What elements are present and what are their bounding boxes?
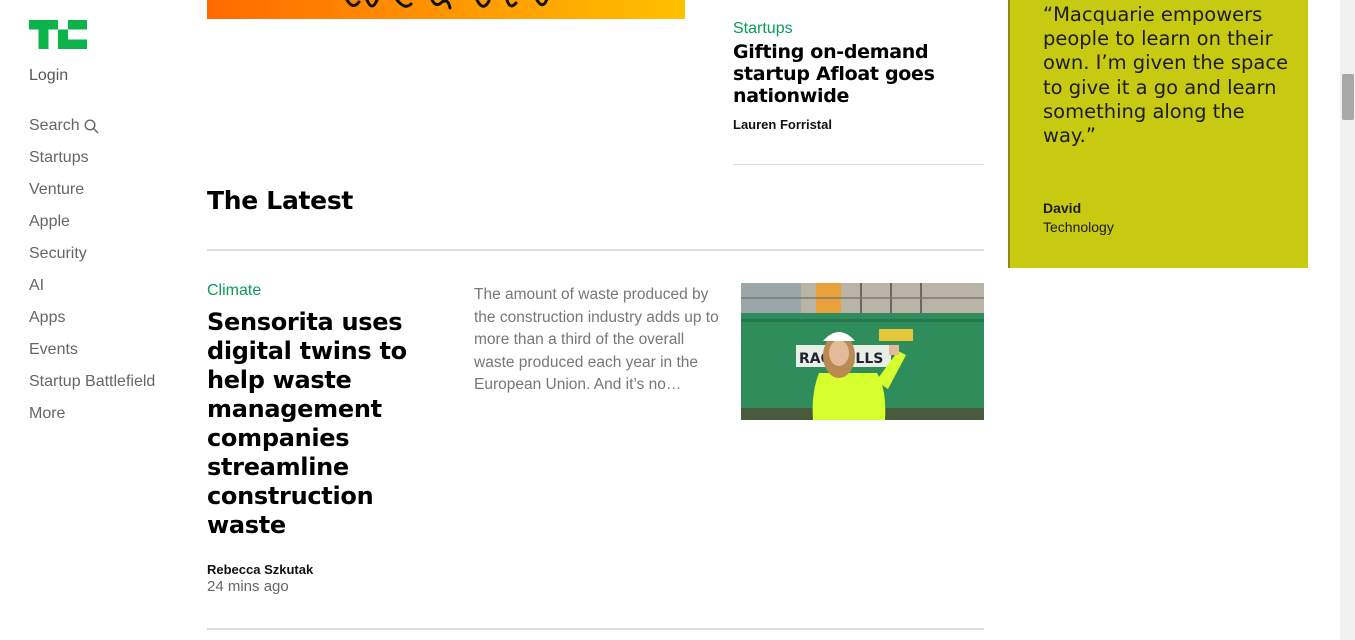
sidebar-item-startups[interactable]: Startups	[29, 149, 155, 181]
article-title[interactable]: Gifting on-demand startup Afloat goes na…	[733, 41, 984, 107]
sidebar-item-label: Search	[29, 117, 80, 134]
ad-person-name: David	[1043, 200, 1082, 216]
sidebar-item-security[interactable]: Security	[29, 245, 155, 277]
sidebar-item-venture[interactable]: Venture	[29, 181, 155, 213]
article-timestamp: 24 mins ago	[207, 578, 289, 595]
sidebar-item-search[interactable]: Search	[29, 117, 155, 149]
article-excerpt: The amount of waste produced by the cons…	[474, 286, 719, 393]
related-article: Startups Gifting on-demand startup Afloa…	[733, 20, 984, 132]
divider	[207, 249, 984, 251]
sidebar-item-apple[interactable]: Apple	[29, 213, 155, 245]
ad-quote: “Macquarie empowers people to learn on t…	[1043, 3, 1289, 148]
sidebar-nav: Search Startups Venture Apple Security A…	[29, 117, 155, 437]
divider	[207, 628, 984, 630]
divider	[733, 164, 984, 165]
latest-article: Climate Sensorita uses digital twins to …	[207, 282, 984, 602]
ad-person-department: Technology	[1043, 219, 1114, 235]
section-heading: The Latest	[207, 186, 354, 215]
sidebar-item-more[interactable]: More	[29, 405, 155, 437]
article-category[interactable]: Startups	[733, 20, 984, 38]
sidebar-item-events[interactable]: Events	[29, 341, 155, 373]
article-author[interactable]: Lauren Forristal	[733, 117, 984, 132]
article-title[interactable]: Sensorita uses digital twins to help was…	[207, 308, 457, 540]
sidebar-item-ai[interactable]: AI	[29, 277, 155, 309]
search-icon	[84, 118, 98, 133]
sidebar-item-apps[interactable]: Apps	[29, 309, 155, 341]
login-link[interactable]: Login	[29, 67, 68, 85]
sidebar: Login Search Startups Venture Apple Secu…	[0, 0, 190, 640]
scrollbar-thumb[interactable]	[1342, 74, 1354, 120]
sidebar-item-startup-battlefield[interactable]: Startup Battlefield	[29, 373, 155, 405]
article-category[interactable]: Climate	[207, 282, 261, 300]
article-author[interactable]: Rebecca Szkutak	[207, 562, 313, 577]
techcrunch-logo[interactable]	[29, 20, 87, 49]
featured-image[interactable]	[207, 0, 685, 19]
advertisement[interactable]: “Macquarie empowers people to learn on t…	[1008, 0, 1308, 268]
article-thumbnail[interactable]: RAC SELLS	[741, 283, 984, 420]
